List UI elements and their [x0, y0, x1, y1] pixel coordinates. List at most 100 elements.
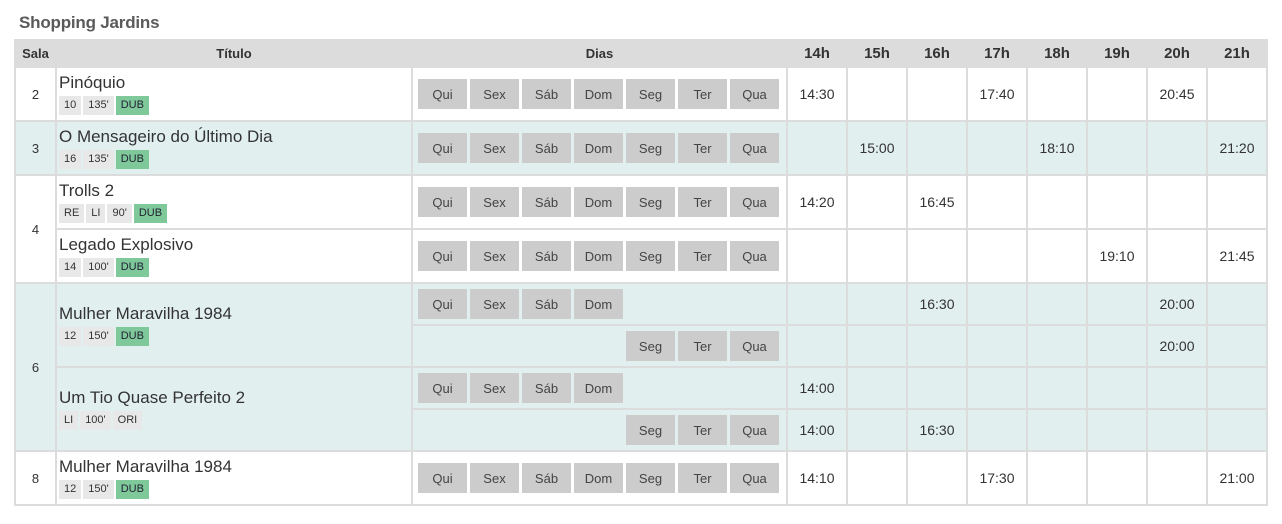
showtime-cell[interactable]	[906, 228, 968, 284]
showtime-cell[interactable]	[906, 66, 968, 122]
showtime-cell[interactable]	[1026, 366, 1088, 410]
movie-title[interactable]: Um Tio Quase Perfeito 2	[59, 388, 411, 408]
day-button[interactable]: Seg	[626, 187, 675, 217]
showtime-cell[interactable]	[966, 324, 1028, 368]
showtime-cell[interactable]: 14:10	[786, 450, 848, 506]
showtime-cell[interactable]	[1086, 408, 1148, 452]
showtime-cell[interactable]	[1206, 408, 1268, 452]
day-button[interactable]: Dom	[574, 79, 623, 109]
showtime-cell[interactable]	[1146, 228, 1208, 284]
showtime-cell[interactable]	[966, 366, 1028, 410]
day-button[interactable]: Dom	[574, 133, 623, 163]
showtime-cell[interactable]	[1026, 282, 1088, 326]
day-button[interactable]: Ter	[678, 415, 727, 445]
showtime-cell[interactable]	[1206, 324, 1268, 368]
showtime-cell[interactable]	[906, 366, 968, 410]
movie-title[interactable]: Pinóquio	[59, 73, 411, 93]
day-button[interactable]: Ter	[678, 331, 727, 361]
day-button[interactable]: Sáb	[522, 133, 571, 163]
showtime-cell[interactable]	[1026, 174, 1088, 230]
showtime-cell[interactable]	[1086, 120, 1148, 176]
showtime-cell[interactable]	[1086, 174, 1148, 230]
showtime-cell[interactable]	[786, 282, 848, 326]
showtime-cell[interactable]	[1146, 408, 1208, 452]
showtime-cell[interactable]	[906, 450, 968, 506]
day-button[interactable]: Qui	[418, 79, 467, 109]
day-button[interactable]: Qua	[730, 79, 779, 109]
day-button[interactable]: Sex	[470, 463, 519, 493]
day-button[interactable]: Sex	[470, 79, 519, 109]
showtime-cell[interactable]	[1026, 324, 1088, 368]
day-button[interactable]: Sáb	[522, 241, 571, 271]
showtime-cell[interactable]	[966, 174, 1028, 230]
day-button[interactable]: Ter	[678, 463, 727, 493]
day-button[interactable]: Qui	[418, 289, 467, 319]
movie-title[interactable]: Mulher Maravilha 1984	[59, 457, 411, 477]
day-button[interactable]: Dom	[574, 187, 623, 217]
day-button[interactable]: Seg	[626, 415, 675, 445]
showtime-cell[interactable]	[786, 228, 848, 284]
showtime-cell[interactable]: 18:10	[1026, 120, 1088, 176]
showtime-cell[interactable]	[1146, 366, 1208, 410]
showtime-cell[interactable]	[846, 174, 908, 230]
day-button[interactable]: Seg	[626, 463, 675, 493]
movie-title[interactable]: O Mensageiro do Último Dia	[59, 127, 411, 147]
showtime-cell[interactable]: 20:00	[1146, 282, 1208, 326]
showtime-cell[interactable]	[1086, 366, 1148, 410]
showtime-cell[interactable]	[1086, 282, 1148, 326]
day-button[interactable]: Sex	[470, 133, 519, 163]
day-button[interactable]: Sáb	[522, 289, 571, 319]
day-button[interactable]: Seg	[626, 241, 675, 271]
showtime-cell[interactable]: 20:00	[1146, 324, 1208, 368]
day-button[interactable]: Qua	[730, 331, 779, 361]
showtime-cell[interactable]: 15:00	[846, 120, 908, 176]
movie-title[interactable]: Mulher Maravilha 1984	[59, 304, 411, 324]
day-button[interactable]: Ter	[678, 241, 727, 271]
showtime-cell[interactable]	[1206, 366, 1268, 410]
showtime-cell[interactable]	[1026, 228, 1088, 284]
day-button[interactable]: Seg	[626, 79, 675, 109]
showtime-cell[interactable]	[1146, 450, 1208, 506]
showtime-cell[interactable]: 21:00	[1206, 450, 1268, 506]
showtime-cell[interactable]	[906, 120, 968, 176]
showtime-cell[interactable]	[966, 120, 1028, 176]
showtime-cell[interactable]	[846, 450, 908, 506]
showtime-cell[interactable]	[786, 324, 848, 368]
movie-title[interactable]: Legado Explosivo	[59, 235, 411, 255]
showtime-cell[interactable]: 16:45	[906, 174, 968, 230]
showtime-cell[interactable]	[1086, 324, 1148, 368]
day-button[interactable]: Sex	[470, 373, 519, 403]
showtime-cell[interactable]	[1146, 120, 1208, 176]
showtime-cell[interactable]: 20:45	[1146, 66, 1208, 122]
showtime-cell[interactable]	[786, 120, 848, 176]
showtime-cell[interactable]	[846, 282, 908, 326]
day-button[interactable]: Dom	[574, 373, 623, 403]
day-button[interactable]: Sex	[470, 289, 519, 319]
showtime-cell[interactable]: 14:20	[786, 174, 848, 230]
day-button[interactable]: Dom	[574, 241, 623, 271]
showtime-cell[interactable]: 21:20	[1206, 120, 1268, 176]
showtime-cell[interactable]	[1206, 174, 1268, 230]
day-button[interactable]: Sáb	[522, 187, 571, 217]
showtime-cell[interactable]	[846, 228, 908, 284]
showtime-cell[interactable]	[1086, 450, 1148, 506]
day-button[interactable]: Sex	[470, 241, 519, 271]
showtime-cell[interactable]: 17:40	[966, 66, 1028, 122]
day-button[interactable]: Qui	[418, 373, 467, 403]
day-button[interactable]: Dom	[574, 289, 623, 319]
day-button[interactable]: Seg	[626, 331, 675, 361]
showtime-cell[interactable]: 16:30	[906, 408, 968, 452]
showtime-cell[interactable]	[1146, 174, 1208, 230]
showtime-cell[interactable]	[1206, 282, 1268, 326]
showtime-cell[interactable]: 21:45	[1206, 228, 1268, 284]
showtime-cell[interactable]: 19:10	[1086, 228, 1148, 284]
day-button[interactable]: Qua	[730, 187, 779, 217]
showtime-cell[interactable]	[966, 408, 1028, 452]
day-button[interactable]: Sex	[470, 187, 519, 217]
day-button[interactable]: Qui	[418, 187, 467, 217]
showtime-cell[interactable]: 16:30	[906, 282, 968, 326]
day-button[interactable]: Qui	[418, 133, 467, 163]
day-button[interactable]: Seg	[626, 133, 675, 163]
showtime-cell[interactable]	[846, 408, 908, 452]
showtime-cell[interactable]	[1206, 66, 1268, 122]
